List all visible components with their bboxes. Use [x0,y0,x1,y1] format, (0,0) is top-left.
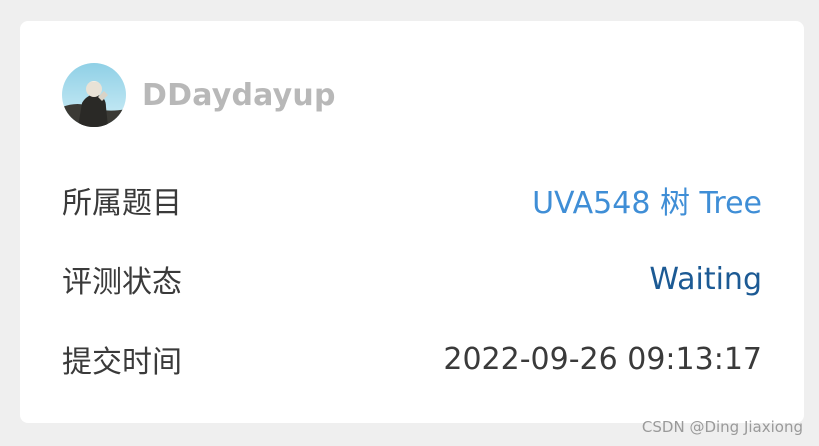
status-label: 评测状态 [62,265,182,300]
problem-row: 所属题目 UVA548 树 Tree [62,178,762,222]
avatar[interactable] [62,63,126,127]
username[interactable]: DDaydayup [142,78,336,113]
time-row: 提交时间 2022-09-26 09:13:17 [62,337,762,381]
problem-link[interactable]: UVA548 树 Tree [532,178,762,222]
watermark: CSDN @Ding Jiaxiong [641,418,803,436]
status-row: 评测状态 Waiting [62,257,762,301]
status-value: Waiting [649,261,762,297]
user-header: DDaydayup [62,63,336,127]
submission-card: DDaydayup 所属题目 UVA548 树 Tree 评测状态 Waitin… [20,21,804,423]
problem-label: 所属题目 [62,186,182,221]
time-label: 提交时间 [62,345,182,380]
time-value: 2022-09-26 09:13:17 [443,341,762,377]
user-avatar-icon [62,63,126,127]
